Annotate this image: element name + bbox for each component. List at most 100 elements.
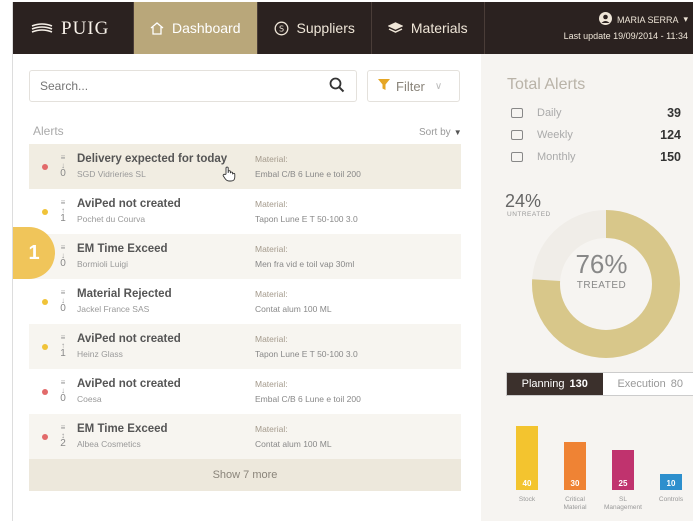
- alert-title: AviPed not created: [77, 333, 181, 345]
- nav-materials[interactable]: Materials: [372, 2, 485, 54]
- alerts-heading: Alerts: [33, 124, 64, 138]
- weekly-value: 124: [660, 128, 681, 142]
- priority-number: 1: [60, 348, 66, 359]
- monthly-value: 150: [660, 150, 681, 164]
- alert-supplier: Bormioli Luigi: [77, 259, 129, 269]
- priority-number: 0: [60, 393, 66, 404]
- supplier-icon: S: [274, 21, 289, 36]
- bar-value-label: 25: [618, 479, 628, 488]
- main-nav: Dashboard S Suppliers Materials: [133, 2, 485, 54]
- alert-supplier: Coesa: [77, 394, 102, 404]
- priority-number: 0: [60, 303, 66, 314]
- nav-materials-label: Materials: [410, 20, 468, 36]
- alert-supplier: SGD Vidrieries SL: [77, 169, 146, 179]
- monthly-icon: [511, 152, 523, 162]
- bar-category-label: Stock: [518, 496, 536, 503]
- material-label: Material:: [255, 199, 288, 209]
- hand-cursor-icon: [222, 166, 236, 187]
- planning-bar-chart: 40 Stock 30 Critical Material 25 SL Managemen…: [506, 414, 691, 519]
- alert-title: Delivery expected for today: [77, 153, 228, 165]
- bar-category-label: Controls: [658, 496, 684, 503]
- show-more-button[interactable]: Show 7 more: [29, 459, 461, 491]
- filter-button[interactable]: Filter ∨: [367, 70, 460, 102]
- bar-value-label: 10: [666, 479, 676, 488]
- bar-controls[interactable]: 10: [660, 474, 682, 490]
- monthly-alerts-row[interactable]: Monthly 150: [511, 148, 681, 166]
- bar-sl-management[interactable]: 25: [612, 450, 634, 490]
- app-window: PUIG Dashboard S Suppliers Materials MAR…: [12, 2, 693, 521]
- user-menu[interactable]: MARIA SERRA ▾ Last update 19/09/2014 - 1…: [564, 12, 688, 41]
- priority-indicator: ≡ ↓ 0: [59, 244, 67, 269]
- daily-value: 39: [667, 106, 681, 120]
- tab-planning-label: Planning: [521, 378, 565, 390]
- caret-down-icon: ▼: [453, 128, 462, 137]
- status-dot: [42, 209, 48, 215]
- status-dot: [42, 164, 48, 170]
- status-dot: [42, 434, 48, 440]
- nav-dashboard[interactable]: Dashboard: [133, 2, 258, 54]
- status-dot: [42, 344, 48, 350]
- total-alerts-title: Total Alerts: [507, 76, 586, 93]
- alerts-panel: Filter ∨ Alerts Sort by▼ ≡↓0 Delivery ex…: [29, 54, 472, 521]
- alert-row[interactable]: ≡ ↑ 1 AviPed not created Heinz Glass Mater…: [29, 324, 461, 369]
- sort-by-label: Sort by: [419, 127, 451, 138]
- bar-value-label: 30: [570, 479, 580, 488]
- material-value: Tapon Lune E T 50-100 3.0: [255, 349, 358, 359]
- alert-title: Material Rejected: [77, 288, 172, 300]
- tab-planning-count: 130: [569, 378, 588, 390]
- alert-supplier: Jackel France SAS: [77, 304, 150, 314]
- priority-number: 0: [60, 258, 66, 269]
- alert-row[interactable]: ≡ ↑ 1 AviPed not created Pochet du Courva …: [29, 189, 461, 234]
- untreated-label: UNTREATED: [507, 211, 551, 218]
- search-input[interactable]: [29, 70, 357, 102]
- priority-indicator: ≡ ↓ 0: [59, 379, 67, 404]
- material-label: Material:: [255, 424, 288, 434]
- alert-supplier: Albea Cosmetics: [77, 439, 141, 449]
- top-bar: PUIG Dashboard S Suppliers Materials MAR…: [13, 2, 693, 54]
- last-update: Last update 19/09/2014 - 11:34: [563, 31, 688, 41]
- bar-value-label: 40: [522, 479, 532, 488]
- daily-label: Daily: [537, 107, 562, 119]
- daily-alerts-row[interactable]: Daily 39: [511, 104, 681, 122]
- material-label: Material:: [255, 334, 288, 344]
- bar-stock[interactable]: 40: [516, 426, 538, 490]
- alert-row[interactable]: ≡ ↓ 0 Material Rejected Jackel France SAS …: [29, 279, 461, 324]
- planning-execution-tabs: Planning 130 Execution 80: [506, 372, 693, 396]
- treated-label: TREATED: [576, 280, 627, 291]
- material-value: Contat alum 100 ML: [255, 304, 332, 314]
- svg-text:S: S: [278, 24, 283, 33]
- tab-execution-count: 80: [670, 378, 684, 390]
- alert-row[interactable]: ≡ ↓ 0 AviPed not created Coesa Material: E…: [29, 369, 461, 414]
- materials-icon: [387, 21, 403, 35]
- material-label: Material:: [255, 289, 288, 299]
- tab-execution[interactable]: Execution 80: [602, 373, 693, 395]
- material-value: Tapon Lune E T 50-100 3.0: [255, 214, 358, 224]
- filter-icon: [378, 78, 390, 94]
- alert-row[interactable]: ≡ ↓ 0 EM Time Exceed Bormioli Luigi Materi…: [29, 234, 461, 279]
- alerts-list: ≡ ↓ 0 Delivery expected for today SGD Vidr…: [29, 144, 461, 491]
- alert-row[interactable]: ≡ ↕ 2 EM Time Exceed Albea Cosmetics Mater…: [29, 414, 461, 459]
- material-label: Material:: [255, 244, 288, 254]
- puig-logo-icon: [31, 23, 53, 33]
- bar-critical-material[interactable]: 30: [564, 442, 586, 490]
- user-avatar-icon: [598, 12, 612, 27]
- nav-suppliers[interactable]: S Suppliers: [258, 2, 372, 54]
- priority-number: 1: [60, 213, 66, 224]
- alert-title: AviPed not created: [77, 378, 181, 390]
- brand-name: PUIG: [61, 18, 110, 39]
- nav-suppliers-label: Suppliers: [296, 20, 355, 36]
- tab-planning[interactable]: Planning 130: [507, 373, 603, 395]
- search-icon[interactable]: [329, 77, 345, 98]
- chevron-down-icon: ∨: [434, 80, 443, 92]
- sort-by-dropdown[interactable]: Sort by ▼: [419, 127, 462, 138]
- tab-execution-label: Execution: [617, 378, 666, 390]
- bar-category-label: SL Management: [604, 496, 642, 511]
- total-alerts-panel: Total Alerts Daily 39 Weekly 124 Monthly…: [481, 54, 693, 521]
- daily-icon: [511, 108, 523, 118]
- alert-row[interactable]: ≡ ↓ 0 Delivery expected for today SGD Vidr…: [29, 144, 461, 189]
- priority-indicator: ≡ ↕ 2: [59, 424, 67, 449]
- brand-logo[interactable]: PUIG: [31, 18, 109, 40]
- nav-dashboard-label: Dashboard: [172, 20, 241, 36]
- weekly-alerts-row[interactable]: Weekly 124: [511, 126, 681, 144]
- priority-number: 2: [60, 438, 66, 449]
